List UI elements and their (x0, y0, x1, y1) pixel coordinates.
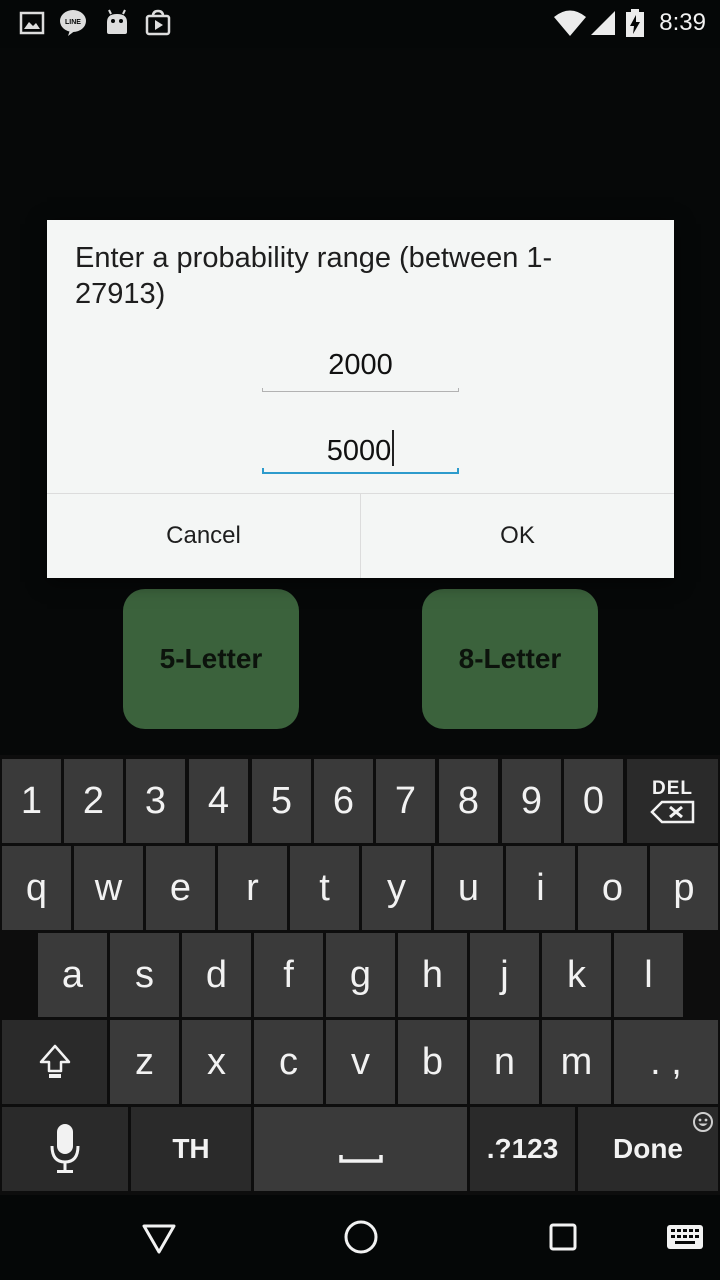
key-t[interactable]: t (290, 846, 359, 930)
back-icon[interactable] (139, 1217, 179, 1257)
voice-input-key[interactable] (2, 1107, 128, 1191)
space-bar-icon (338, 1155, 383, 1163)
gallery-icon (19, 11, 45, 35)
key-z[interactable]: z (110, 1020, 179, 1104)
five-letter-button[interactable]: 5-Letter (123, 589, 299, 729)
max-range-input[interactable]: 5000 (262, 430, 459, 474)
language-key[interactable]: TH (131, 1107, 251, 1191)
clock: 8:39 (659, 9, 706, 36)
key-p[interactable]: p (650, 846, 718, 930)
key-n[interactable]: n (470, 1020, 539, 1104)
cancel-button[interactable]: Cancel (47, 494, 360, 578)
key-7[interactable]: 7 (376, 759, 435, 843)
language-key-label: TH (172, 1133, 210, 1164)
min-range-input[interactable]: 2000 (262, 348, 459, 392)
key-l[interactable]: l (614, 933, 683, 1017)
key-y[interactable]: y (362, 846, 431, 930)
key-u[interactable]: u (434, 846, 503, 930)
home-icon[interactable] (341, 1217, 381, 1257)
punctuation-key[interactable]: . , (614, 1020, 718, 1104)
key-r[interactable]: r (218, 846, 287, 930)
soft-keyboard: 1 2 3 4 5 6 7 8 9 0 DEL q w e r t y u i … (0, 755, 720, 1195)
key-0[interactable]: 0 (564, 759, 623, 843)
keyboard-icon[interactable] (665, 1217, 705, 1257)
dialog-actions: Cancel OK (47, 493, 674, 578)
key-o[interactable]: o (578, 846, 647, 930)
line-icon: LINE (60, 10, 86, 36)
play-store-icon (145, 9, 171, 36)
max-range-value-wrap: 5000 (262, 430, 459, 468)
dialog-title: Enter a probability range (between 1-279… (75, 242, 553, 310)
key-h[interactable]: h (398, 933, 467, 1017)
key-9[interactable]: 9 (502, 759, 561, 843)
delete-key[interactable]: DEL (627, 759, 718, 843)
key-b[interactable]: b (398, 1020, 467, 1104)
key-i[interactable]: i (506, 846, 575, 930)
key-d[interactable]: d (182, 933, 251, 1017)
backspace-icon (649, 800, 694, 824)
key-8[interactable]: 8 (439, 759, 498, 843)
signal-icon (591, 11, 615, 35)
key-m[interactable]: m (542, 1020, 611, 1104)
key-4[interactable]: 4 (189, 759, 248, 843)
navigation-bar (0, 1195, 720, 1280)
key-j[interactable]: j (470, 933, 539, 1017)
key-v[interactable]: v (326, 1020, 395, 1104)
key-x[interactable]: x (182, 1020, 251, 1104)
key-g[interactable]: g (326, 933, 395, 1017)
probability-range-dialog: Enter a probability range (between 1-279… (47, 220, 674, 578)
key-1[interactable]: 1 (2, 759, 61, 843)
key-c[interactable]: c (254, 1020, 323, 1104)
key-3[interactable]: 3 (126, 759, 185, 843)
done-key[interactable]: Done (578, 1107, 718, 1191)
recents-icon[interactable] (543, 1217, 583, 1257)
min-range-underline (262, 388, 459, 392)
key-2[interactable]: 2 (64, 759, 123, 843)
min-range-value: 2000 (328, 349, 393, 381)
emoji-icon (693, 1112, 713, 1132)
shift-icon (39, 1044, 70, 1078)
android-icon (107, 9, 127, 34)
done-key-label: Done (613, 1133, 683, 1164)
key-a[interactable]: a (38, 933, 107, 1017)
key-e[interactable]: e (146, 846, 215, 930)
max-range-underline (262, 468, 459, 474)
battery-charging-icon (626, 9, 644, 37)
key-6[interactable]: 6 (314, 759, 373, 843)
key-f[interactable]: f (254, 933, 323, 1017)
svg-text:LINE: LINE (65, 19, 81, 26)
ok-button[interactable]: OK (360, 494, 674, 578)
key-s[interactable]: s (110, 933, 179, 1017)
microphone-icon (50, 1124, 80, 1173)
delete-key-label: DEL (652, 778, 693, 799)
symbols-key-label: .?123 (486, 1133, 559, 1164)
shift-key[interactable] (2, 1020, 107, 1104)
max-range-value: 5000 (326, 435, 392, 467)
eight-letter-button[interactable]: 8-Letter (422, 589, 598, 729)
key-5[interactable]: 5 (252, 759, 311, 843)
symbols-key[interactable]: .?123 (470, 1107, 575, 1191)
key-w[interactable]: w (74, 846, 143, 930)
text-cursor (392, 430, 395, 466)
key-k[interactable]: k (542, 933, 611, 1017)
wifi-icon (554, 10, 586, 36)
key-q[interactable]: q (2, 846, 71, 930)
status-bar: LINE 8:39 (0, 0, 720, 48)
space-key[interactable] (254, 1107, 467, 1191)
